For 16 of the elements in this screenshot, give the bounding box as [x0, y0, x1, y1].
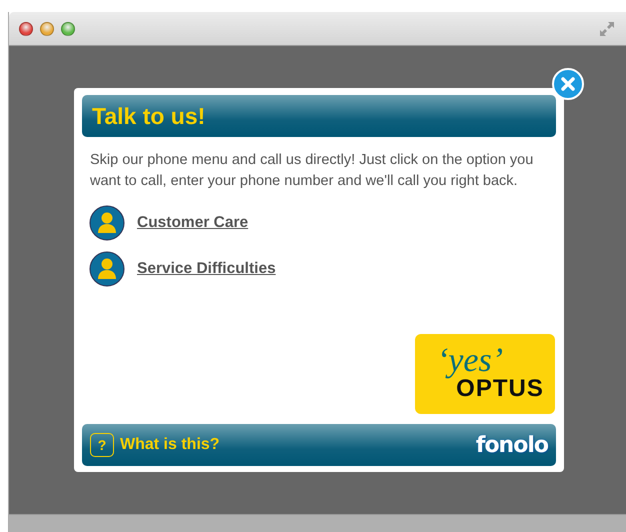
- help-icon[interactable]: ?: [90, 433, 114, 457]
- window-close-button[interactable]: [19, 22, 33, 36]
- window-zoom-button[interactable]: [61, 22, 75, 36]
- person-icon: [89, 205, 125, 241]
- dialog-title: Talk to us!: [92, 102, 206, 130]
- brand-logo: ‘yes’ OPTUS: [415, 334, 555, 414]
- help-link[interactable]: What is this?: [120, 436, 220, 454]
- person-icon: [89, 251, 125, 287]
- window-minimize-button[interactable]: [40, 22, 54, 36]
- option-link[interactable]: Customer Care: [137, 214, 248, 232]
- close-button[interactable]: [552, 68, 584, 100]
- fonolo-logo: fonolo: [476, 432, 548, 458]
- close-icon: [561, 77, 575, 91]
- option-link[interactable]: Service Difficulties: [137, 260, 276, 278]
- intro-text: Skip our phone menu and call us directly! Just click on the option you want to call, enter your phone number and we'll call you right back.: [90, 151, 534, 191]
- fullscreen-icon[interactable]: [598, 20, 616, 38]
